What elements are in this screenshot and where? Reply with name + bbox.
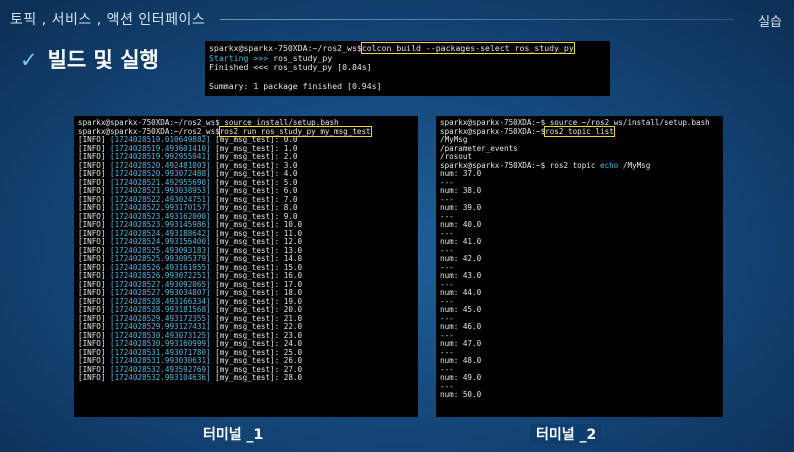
echo-separator: --- (440, 313, 454, 323)
terminal-2: sparkx@sparkx-750XDA:~$ source ~/ros2_ws… (436, 116, 723, 417)
echo-separator: --- (440, 381, 454, 391)
caption-terminal-2: 터미널 _2 (530, 424, 603, 444)
build-finished-line: Finished <<< ros_study_py [0.84s] (209, 62, 372, 73)
echo-num-line: num: 48.0 (440, 356, 482, 365)
term2-topic: /parameter_events (440, 143, 518, 153)
echo-separator: --- (440, 228, 454, 238)
header-title: 토픽 , 서비스 , 액션 인터페이스 (10, 12, 206, 28)
section-title: ✓ 빌드 및 실행 (20, 44, 159, 74)
echo-num-line: num: 42.0 (440, 254, 482, 263)
build-prompt: sparkx@sparkx-750XDA:~/ros2_ws$ (209, 43, 362, 53)
echo-num-line: num: 38.0 (440, 186, 482, 195)
echo-separator: --- (440, 296, 454, 306)
echo-separator: --- (440, 177, 454, 187)
echo-num-line: num: 43.0 (440, 271, 482, 280)
build-terminal: sparkx@sparkx-750XDA:~/ros2_ws$colcon bu… (205, 41, 610, 96)
term2-echo-cmd-a: ros2 topic (549, 160, 601, 170)
header-divider (220, 19, 734, 20)
echo-separator: --- (440, 364, 454, 374)
log-level: [INFO] (78, 373, 106, 382)
echo-separator: --- (440, 262, 454, 272)
echo-num-line: num: 46.0 (440, 322, 482, 331)
term2-echo-keyword: echo (600, 160, 619, 170)
term2-echo-output: num: 37.0 --- num: 38.0 --- num: 39.0 --- num:… (440, 169, 719, 400)
term2-echo-line: sparkx@sparkx-750XDA:~$ ros2 topic echo … (440, 160, 719, 171)
header-right-label: 실습 (758, 15, 782, 30)
echo-separator: --- (440, 279, 454, 289)
echo-num-line: num: 50.0 (440, 390, 482, 399)
build-command: colcon build --packages-select ros_study… (360, 42, 575, 54)
echo-num-line: num: 39.0 (440, 203, 482, 212)
term1-source-cmd: source install/setup.bash (224, 118, 339, 127)
echo-num-line: num: 40.0 (440, 220, 482, 229)
log-node: [my_msg_test]: (210, 373, 284, 382)
section-title-text: 빌드 및 실행 (47, 48, 159, 72)
echo-num-line: num: 41.0 (440, 237, 482, 246)
echo-separator: --- (440, 211, 454, 221)
term2-source-cmd: source ~/ros2_ws/install/setup.bash (549, 118, 710, 127)
terminal-1: sparkx@sparkx-750XDA:~/ros2_ws$ source i… (74, 116, 418, 417)
echo-separator: --- (440, 194, 454, 204)
term1-log-list: [INFO] [1724028519.010649882] [my_msg_te… (78, 135, 414, 383)
echo-num-line: num: 44.0 (440, 288, 482, 297)
echo-num-line: num: 45.0 (440, 305, 482, 314)
log-timestamp: [1724028532.993104636] (110, 373, 211, 382)
term2-list-line: sparkx@sparkx-750XDA:~$ros2 topic list (440, 125, 719, 137)
echo-num-line: num: 37.0 (440, 169, 482, 178)
log-line: [INFO] [1724028532.993104636] [my_msg_te… (78, 373, 414, 383)
term2-list-cmd: ros2 topic list (544, 125, 615, 137)
echo-num-line: num: 49.0 (440, 373, 482, 382)
echo-num-line: num: 47.0 (440, 339, 482, 348)
build-starting-label: Starting >>> (209, 52, 274, 63)
check-icon: ✓ (20, 48, 38, 72)
build-starting-pkg: ros_study_py (273, 52, 333, 63)
log-value: 28.0 (283, 373, 303, 382)
echo-separator: --- (440, 330, 454, 340)
caption-terminal-1: 터미널 _1 (203, 427, 264, 443)
echo-separator: --- (440, 245, 454, 255)
echo-separator: --- (440, 347, 454, 357)
build-summary-line: Summary: 1 package finished [0.94s] (209, 81, 382, 92)
term2-echo-cmd-c: /MyMsg (618, 160, 651, 170)
